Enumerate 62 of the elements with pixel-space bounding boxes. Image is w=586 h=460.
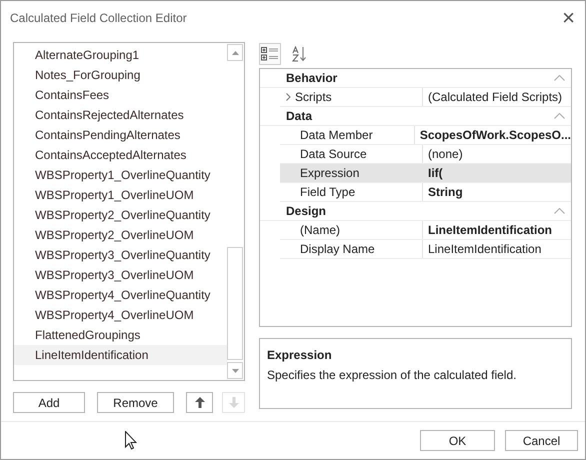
list-item[interactable]: WBSProperty4_OverlineUOM [14,305,227,325]
list-item[interactable]: WBSProperty1_OverlineQuantity [14,165,227,185]
cancel-button[interactable]: Cancel [505,430,578,451]
list-item[interactable]: WBSProperty2_OverlineQuantity [14,205,227,225]
list-item[interactable]: Notes_ForGrouping [14,65,227,85]
list-item[interactable]: LineItemIdentification [14,345,227,365]
collapse-icon[interactable] [554,75,565,81]
property-name: (Name) [300,223,340,237]
add-button[interactable]: Add [13,392,85,413]
property-row[interactable]: Scripts (Calculated Field Scripts) [280,88,571,107]
property-row[interactable]: Field Type String [280,183,571,202]
list-item[interactable]: ContainsRejectedAlternates [14,105,227,125]
caret-down-icon [232,368,238,372]
list-item[interactable]: WBSProperty1_OverlineUOM [14,185,227,205]
category-header: Behavior [286,71,338,85]
property-name: Scripts [295,90,332,104]
remove-button[interactable]: Remove [97,392,174,413]
categorized-button[interactable] [259,43,281,65]
property-value: LineItemIdentification [428,242,542,256]
arrow-down-icon [228,396,240,409]
list-item[interactable]: FlattenedGroupings [14,325,227,345]
window-title: Calculated Field Collection Editor [10,11,187,25]
property-value: String [428,185,463,199]
property-name: Data Member [300,128,373,142]
caret-up-icon [232,50,238,54]
list-item[interactable]: AlternateGrouping1 [14,45,227,65]
property-value: LineItemIdentification [428,223,552,237]
property-row[interactable]: Data Member ScopesOfWork.ScopesO... [280,126,571,145]
description-text: Specifies the expression of the calculated field. [267,368,518,382]
property-name: Field Type [300,185,356,199]
scrollbar-thumb[interactable] [227,247,243,360]
list-item[interactable]: WBSProperty2_OverlineUOM [14,225,227,245]
list-item[interactable]: ContainsPendingAlternates [14,125,227,145]
collapse-icon[interactable] [554,113,565,119]
property-row[interactable]: Display Name LineItemIdentification [280,240,571,259]
list-item[interactable]: WBSProperty4_OverlineQuantity [14,285,227,305]
category-header: Data [286,109,312,123]
ok-button[interactable]: OK [420,430,495,451]
category-header: Design [286,204,326,218]
move-up-button[interactable] [186,392,213,413]
collapse-icon[interactable] [554,208,565,214]
chevron-icon[interactable] [286,93,291,101]
arrow-up-icon [194,396,206,409]
list-item[interactable]: WBSProperty3_OverlineUOM [14,265,227,285]
property-row[interactable]: (Name) LineItemIdentification [280,221,571,240]
scrollbar[interactable] [227,44,243,379]
mouse-pointer-icon [125,431,137,450]
close-button[interactable]: × [562,7,575,29]
list-item[interactable]: ContainsFees [14,85,227,105]
list-item[interactable]: ContainsAcceptedAlternates [14,145,227,165]
property-name: Expression [300,166,360,180]
scroll-down-button[interactable] [227,362,243,379]
scroll-up-button[interactable] [227,44,243,61]
property-row[interactable]: Expression Iif( [280,164,571,183]
list-item[interactable]: WBSProperty3_OverlineQuantity [14,245,227,265]
property-value: Iif( [428,166,443,180]
property-name: Data Source [300,147,367,161]
property-value: (Calculated Field Scripts) [428,90,562,104]
description-title: Expression [267,348,333,362]
property-name: Display Name [300,242,375,256]
property-value: (none) [428,147,463,161]
property-value: ScopesOfWork.ScopesO... [420,128,571,142]
